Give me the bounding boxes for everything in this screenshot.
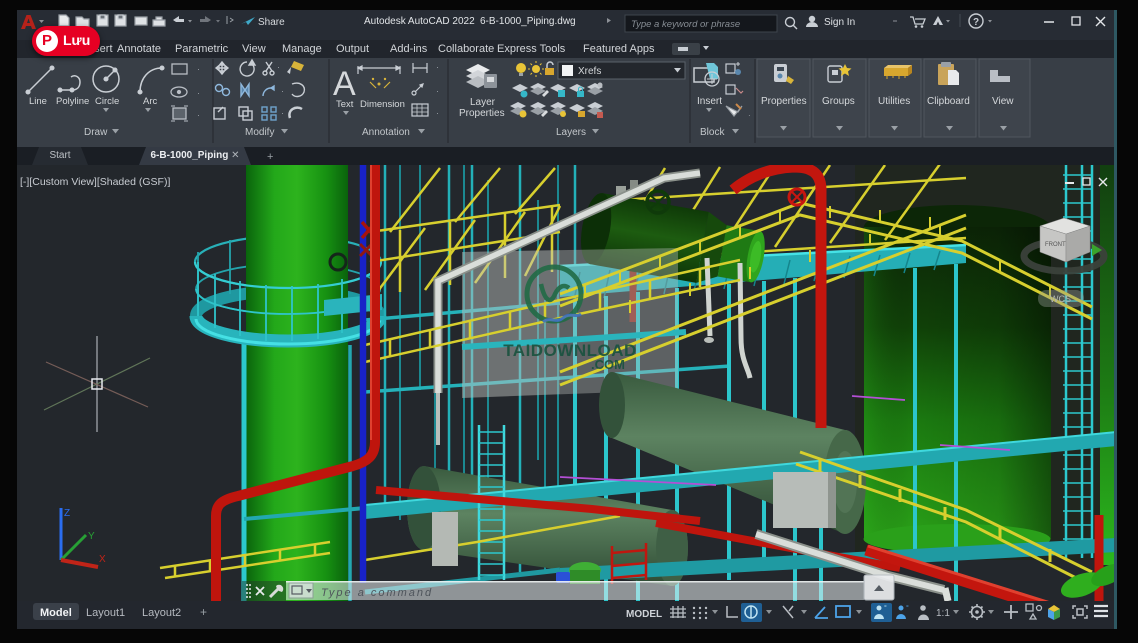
svg-text:·: · [436, 108, 439, 118]
svg-text:Text: Text [336, 99, 354, 110]
svg-text:[-][Custom View][Shaded (GSF)]: [-][Custom View][Shaded (GSF)] [20, 176, 170, 188]
svg-text:Annotation: Annotation [362, 127, 410, 138]
svg-text:X: X [99, 554, 106, 565]
svg-text:Groups: Groups [822, 96, 855, 107]
svg-text:View: View [992, 96, 1014, 107]
svg-text:Block: Block [700, 127, 725, 138]
svg-text:Autodesk AutoCAD 2022: Autodesk AutoCAD 2022 [364, 16, 475, 27]
svg-text:Arc: Arc [143, 96, 158, 107]
svg-text:·: · [436, 86, 439, 96]
svg-text:Properties: Properties [459, 108, 505, 119]
svg-text:.COM: .COM [591, 357, 625, 372]
svg-text:·: · [281, 108, 284, 118]
svg-text:·: · [436, 62, 439, 72]
svg-text:Layout1: Layout1 [86, 607, 125, 619]
svg-text:Insert: Insert [697, 96, 722, 107]
svg-text:Y: Y [88, 531, 95, 542]
svg-text:°: ° [906, 604, 909, 612]
svg-text:Circle: Circle [95, 96, 119, 107]
svg-text:MODEL: MODEL [626, 609, 662, 620]
svg-text:1:1: 1:1 [936, 608, 950, 619]
svg-text:·: · [197, 88, 200, 98]
svg-text:Share: Share [258, 17, 285, 28]
svg-text:Layers: Layers [556, 127, 586, 138]
svg-text:Type a keyword or phrase: Type a keyword or phrase [631, 19, 740, 30]
svg-text:Modify: Modify [245, 127, 274, 138]
svg-text:·: · [277, 62, 280, 72]
svg-text:·: · [197, 110, 200, 120]
svg-text:·: · [281, 86, 284, 96]
svg-text:·: · [748, 111, 751, 120]
svg-text:Polyline: Polyline [56, 96, 89, 107]
svg-text:A: A [333, 65, 356, 103]
svg-text:Layout2: Layout2 [142, 607, 181, 619]
svg-text:Layer: Layer [470, 97, 496, 108]
svg-text:°: ° [884, 604, 887, 612]
svg-text:Sign In: Sign In [824, 17, 855, 28]
svg-text:WCS: WCS [1050, 294, 1071, 304]
svg-text:Properties: Properties [761, 96, 807, 107]
svg-text:?: ? [973, 17, 979, 28]
svg-text:Line: Line [29, 96, 47, 107]
svg-text:Utilities: Utilities [878, 96, 910, 107]
svg-text:Dimension: Dimension [360, 99, 405, 110]
svg-text:Z: Z [64, 508, 70, 519]
svg-text:+: + [200, 605, 207, 619]
svg-text:Clipboard: Clipboard [927, 96, 970, 107]
svg-text:FRONT: FRONT [1045, 242, 1066, 248]
svg-text:Model: Model [40, 607, 72, 619]
svg-text:Draw: Draw [84, 127, 108, 138]
svg-text:Xrefs: Xrefs [578, 66, 601, 77]
svg-text:·: · [197, 64, 200, 74]
svg-text:6-B-1000_Piping.dwg: 6-B-1000_Piping.dwg [480, 16, 576, 27]
svg-text:Type a command: Type a command [321, 587, 433, 599]
